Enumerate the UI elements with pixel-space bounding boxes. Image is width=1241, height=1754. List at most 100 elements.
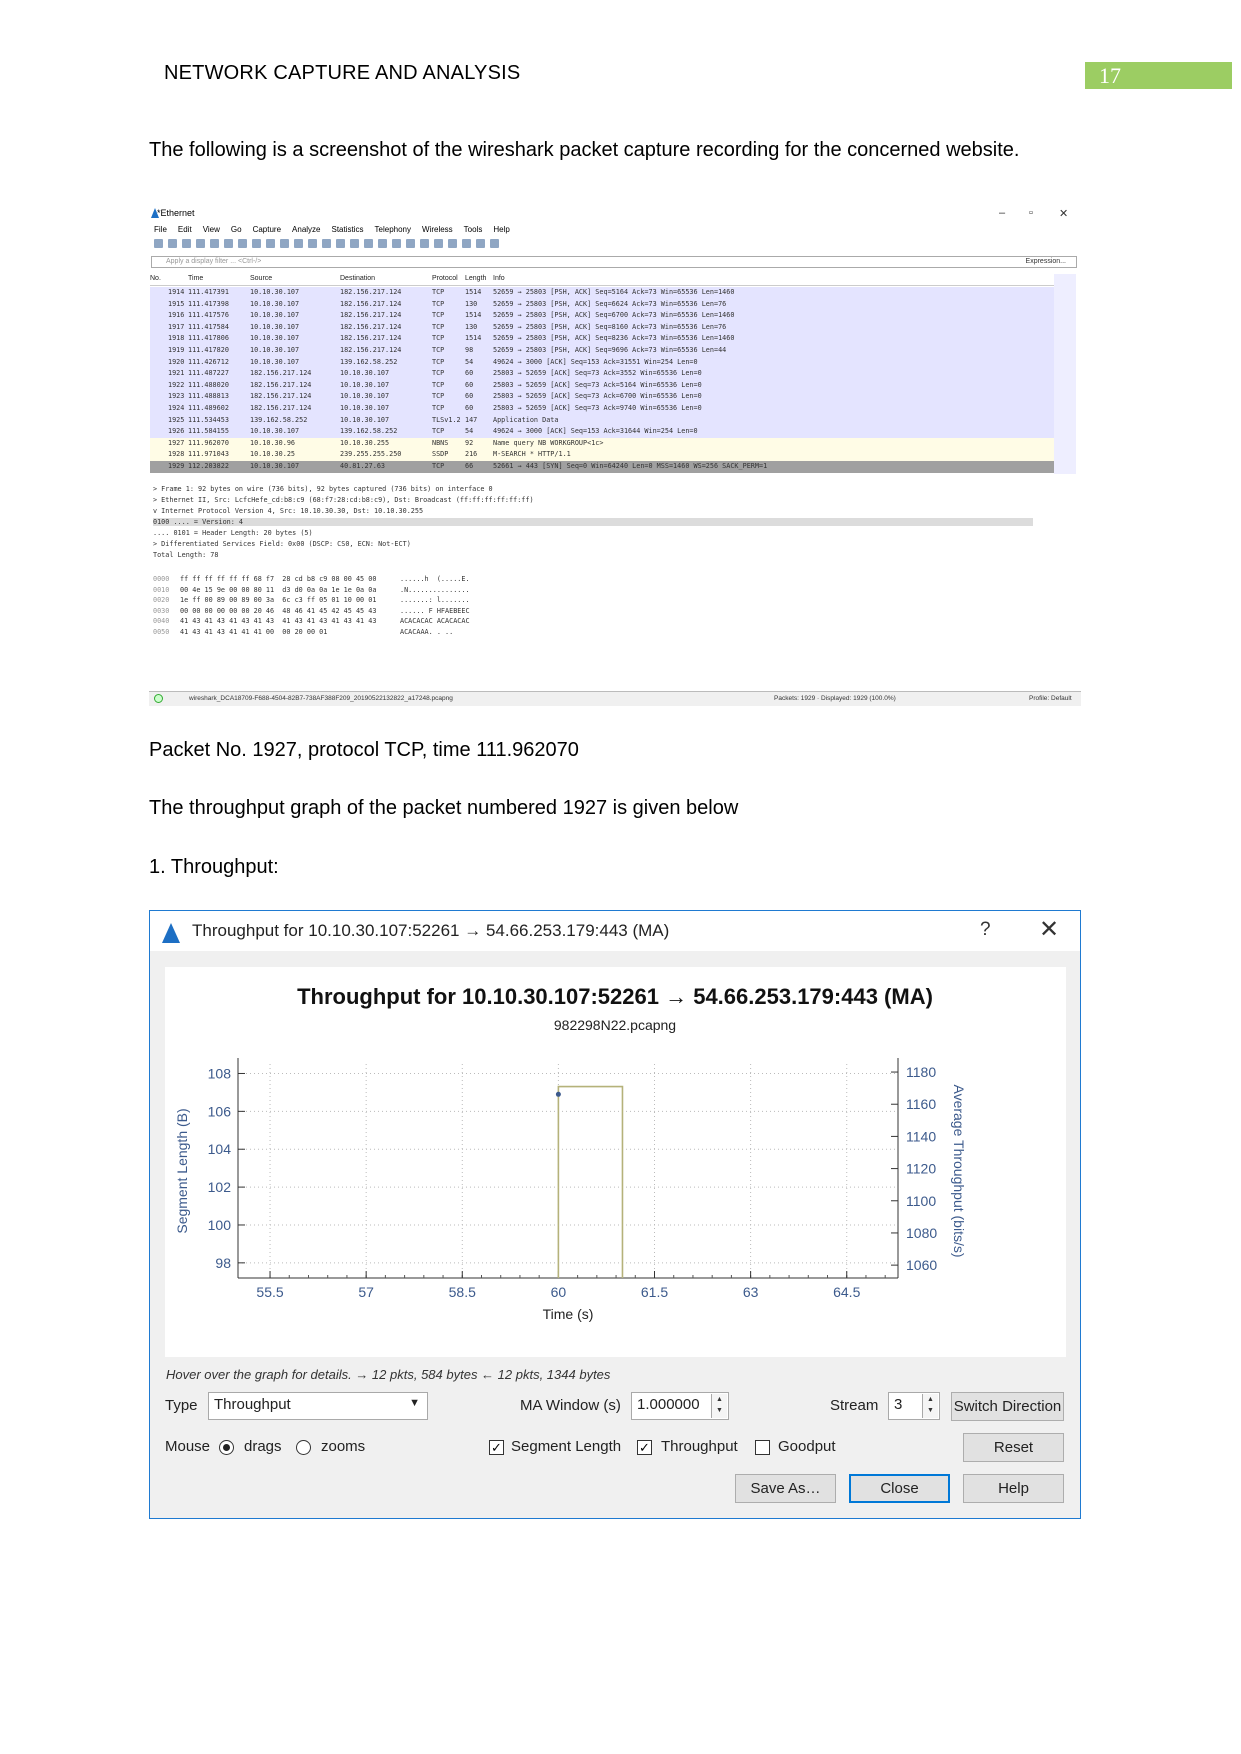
ma-window-spinbox[interactable]: 1.000000 ▲ ▼	[631, 1392, 729, 1420]
toolbar-button-icon[interactable]	[322, 239, 331, 248]
toolbar-button-icon[interactable]	[350, 239, 359, 248]
menu-item-help[interactable]: Help	[493, 225, 509, 234]
packet-list-minimap[interactable]	[1054, 274, 1076, 474]
hex-ascii[interactable]: .......: l.......	[400, 596, 470, 604]
toolbar-button-icon[interactable]	[308, 239, 317, 248]
minimize-icon[interactable]: –	[999, 207, 1005, 219]
segment-length-checkbox[interactable]: ✓	[489, 1440, 504, 1455]
packet-row[interactable]: 1922 111.488020 182.156.217.124 10.10.30.10…	[150, 379, 1054, 392]
column-header-source[interactable]: Source	[250, 275, 272, 282]
toolbar-button-icon[interactable]	[168, 239, 177, 248]
toolbar-button-icon[interactable]	[280, 239, 289, 248]
packet-row[interactable]: 1915 111.417398 10.10.30.107 182.156.217.12…	[150, 298, 1054, 311]
menu-item-file[interactable]: File	[154, 225, 167, 234]
hex-offset[interactable]: 0030	[153, 607, 169, 615]
toolbar-button-icon[interactable]	[252, 239, 261, 248]
toolbar-button-icon[interactable]	[392, 239, 401, 248]
column-header-no[interactable]: No.	[150, 275, 161, 282]
column-header-time[interactable]: Time	[188, 275, 203, 282]
hex-offset[interactable]: 0010	[153, 586, 169, 594]
toolbar-button-icon[interactable]	[364, 239, 373, 248]
packet-row[interactable]: 1923 111.488813 182.156.217.124 10.10.30.10…	[150, 391, 1054, 403]
menu-item-analyze[interactable]: Analyze	[292, 225, 320, 234]
toolbar-button-icon[interactable]	[196, 239, 205, 248]
detail-line[interactable]: .... 0101 = Header Length: 20 bytes (5)	[153, 529, 313, 537]
switch-direction-button[interactable]: Switch Direction	[951, 1392, 1064, 1421]
hex-ascii[interactable]: ......h (.....E.	[400, 575, 470, 583]
packet-row[interactable]: 1914 111.417391 10.10.30.107 182.156.217.12…	[150, 287, 1054, 299]
toolbar-button-icon[interactable]	[448, 239, 457, 248]
toolbar-button-icon[interactable]	[294, 239, 303, 248]
status-profile[interactable]: Profile: Default	[1029, 695, 1072, 702]
detail-line[interactable]: > Differentiated Services Field: 0x00 (D…	[153, 540, 411, 548]
hex-bytes[interactable]: 00 00 00 00 00 00 20 46 48 46 41 45 42 4…	[180, 607, 376, 615]
help-button[interactable]: Help	[963, 1474, 1064, 1503]
hex-ascii[interactable]: ACACAAA. . ..	[400, 628, 453, 636]
display-filter-input[interactable]: Apply a display filter ... <Ctrl-/> Expr…	[151, 256, 1077, 268]
hex-offset[interactable]: 0040	[153, 617, 169, 625]
packet-row[interactable]: 1925 111.534453 139.162.58.252 10.10.30.107…	[150, 414, 1054, 427]
save-as-button[interactable]: Save As…	[735, 1474, 836, 1503]
column-header-info[interactable]: Info	[493, 275, 505, 282]
detail-line[interactable]: > Ethernet II, Src: LcfcHefe_cd:b8:c9 (6…	[153, 496, 534, 504]
toolbar-button-icon[interactable]	[434, 239, 443, 248]
menu-item-capture[interactable]: Capture	[253, 225, 281, 234]
toolbar-button-icon[interactable]	[210, 239, 219, 248]
spin-arrows-icon[interactable]: ▲ ▼	[711, 1394, 727, 1418]
detail-line[interactable]: > Frame 1: 92 bytes on wire (736 bits), …	[153, 485, 493, 493]
hex-bytes[interactable]: ff ff ff ff ff ff 68 f7 28 cd b8 c9 08 0…	[180, 575, 376, 583]
hex-ascii[interactable]: ACACACAC ACACACAC	[400, 617, 470, 625]
packet-row[interactable]: 1929 112.203822 10.10.30.107 40.81.27.63 TCP…	[150, 461, 1054, 473]
packet-row[interactable]: 1924 111.489602 182.156.217.124 10.10.30.10…	[150, 403, 1054, 415]
help-icon[interactable]: ?	[980, 919, 991, 941]
toolbar-button-icon[interactable]	[182, 239, 191, 248]
menu-item-edit[interactable]: Edit	[178, 225, 192, 234]
packet-row[interactable]: 1921 111.487227 182.156.217.124 10.10.30.10…	[150, 368, 1054, 380]
toolbar-button-icon[interactable]	[420, 239, 429, 248]
goodput-checkbox[interactable]	[755, 1440, 770, 1455]
packet-row[interactable]: 1926 111.584155 10.10.30.107 139.162.58.252…	[150, 426, 1054, 438]
throughput-chart[interactable]: Throughput for 10.10.30.107:52261 → 54.6…	[165, 967, 1066, 1357]
toolbar-button-icon[interactable]	[154, 239, 163, 248]
zooms-radio[interactable]	[296, 1440, 311, 1455]
stream-spinbox[interactable]: 3 ▲ ▼	[888, 1392, 940, 1420]
toolbar-button-icon[interactable]	[378, 239, 387, 248]
toolbar-button-icon[interactable]	[476, 239, 485, 248]
packet-row[interactable]: 1919 111.417820 10.10.30.107 182.156.217.12…	[150, 345, 1054, 357]
hex-bytes[interactable]: 00 4e 15 9e 00 00 80 11 d3 d0 0a 0a 1e 1…	[180, 586, 376, 594]
toolbar-button-icon[interactable]	[336, 239, 345, 248]
detail-line[interactable]: v Internet Protocol Version 4, Src: 10.1…	[153, 507, 423, 515]
menu-item-wireless[interactable]: Wireless	[422, 225, 453, 234]
packet-row[interactable]: 1920 111.426712 10.10.30.107 139.162.58.252…	[150, 356, 1054, 369]
toolbar-button-icon[interactable]	[224, 239, 233, 248]
packet-row[interactable]: 1918 111.417806 10.10.30.107 182.156.217.12…	[150, 333, 1054, 345]
close-icon[interactable]: ✕	[1059, 207, 1068, 220]
drags-radio[interactable]	[219, 1440, 234, 1455]
hex-offset[interactable]: 0050	[153, 628, 169, 636]
hex-offset[interactable]: 0000	[153, 575, 169, 583]
detail-line[interactable]: 0100 .... = Version: 4	[153, 518, 1033, 526]
toolbar-button-icon[interactable]	[238, 239, 247, 248]
reset-button[interactable]: Reset	[963, 1433, 1064, 1462]
close-button[interactable]: Close	[849, 1474, 950, 1503]
spin-arrows-icon[interactable]: ▲ ▼	[922, 1394, 938, 1418]
hex-ascii[interactable]: .N...............	[400, 586, 470, 594]
type-select[interactable]: Throughput ▼	[208, 1392, 428, 1420]
hex-ascii[interactable]: ...... F HFAEBEEC	[400, 607, 470, 615]
toolbar-button-icon[interactable]	[490, 239, 499, 248]
detail-line[interactable]: Total Length: 78	[153, 551, 218, 559]
restore-icon[interactable]: ▫	[1029, 207, 1033, 219]
packet-row[interactable]: 1917 111.417584 10.10.30.107 182.156.217.12…	[150, 321, 1054, 334]
menu-item-go[interactable]: Go	[231, 225, 242, 234]
hex-bytes[interactable]: 1e ff 00 89 00 89 00 3a 6c c3 ff 05 01 1…	[180, 596, 376, 604]
packet-row[interactable]: 1928 111.971043 10.10.30.25 239.255.255.250…	[150, 449, 1054, 461]
hex-bytes[interactable]: 41 43 41 43 41 43 41 43 41 43 41 43 41 4…	[180, 617, 376, 625]
hex-bytes[interactable]: 41 43 41 43 41 41 41 00 00 20 00 01	[180, 628, 327, 636]
toolbar-button-icon[interactable]	[266, 239, 275, 248]
column-header-destination[interactable]: Destination	[340, 275, 375, 282]
menu-item-view[interactable]: View	[203, 225, 220, 234]
column-header-protocol[interactable]: Protocol	[432, 275, 458, 282]
menu-item-statistics[interactable]: Statistics	[332, 225, 364, 234]
toolbar-button-icon[interactable]	[462, 239, 471, 248]
plot-area[interactable]: Throughput for 10.10.30.107:52261 → 54.6…	[165, 967, 1066, 1357]
